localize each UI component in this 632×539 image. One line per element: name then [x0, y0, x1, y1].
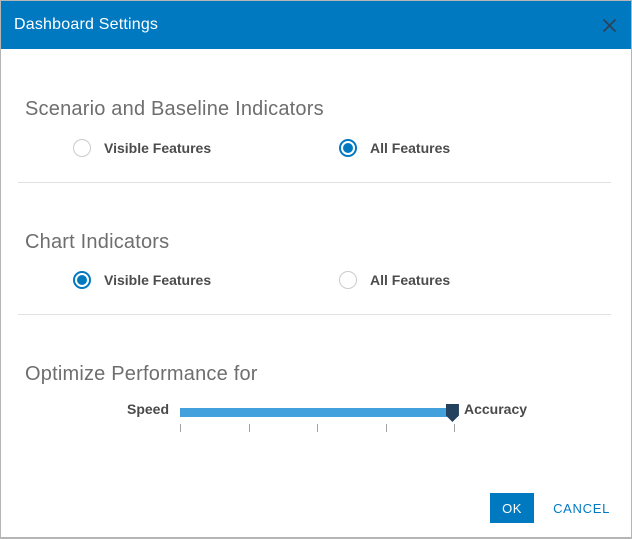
radio-icon[interactable] — [73, 271, 91, 289]
slider-handle[interactable] — [446, 404, 459, 422]
section-heading-scenario-baseline: Scenario and Baseline Indicators — [25, 98, 324, 121]
radio-icon[interactable] — [339, 271, 357, 289]
radio-option-scenario-visible-features[interactable]: Visible Features — [73, 138, 211, 157]
slider-min-label: Speed — [41, 401, 169, 417]
dialog-title: Dashboard Settings — [14, 16, 158, 34]
radio-label: Visible Features — [104, 140, 211, 156]
slider-max-label: Accuracy — [464, 401, 527, 417]
slider-ticks — [180, 424, 455, 432]
cancel-button[interactable]: CANCEL — [553, 501, 610, 516]
section-divider — [18, 182, 611, 183]
tick-mark — [386, 424, 387, 432]
close-icon[interactable] — [600, 16, 618, 34]
tick-mark — [180, 424, 181, 432]
slider-track[interactable] — [180, 408, 458, 417]
radio-label: All Features — [370, 272, 450, 288]
ok-button[interactable]: OK — [490, 493, 534, 523]
radio-icon[interactable] — [73, 139, 91, 157]
section-heading-optimize-performance: Optimize Performance for — [25, 363, 258, 386]
tick-mark — [317, 424, 318, 432]
dashboard-settings-dialog: Dashboard Settings Scenario and Baseline… — [0, 0, 632, 539]
radio-option-scenario-all-features[interactable]: All Features — [339, 138, 450, 157]
radio-option-chart-visible-features[interactable]: Visible Features — [73, 270, 211, 289]
radio-label: All Features — [370, 140, 450, 156]
section-heading-chart-indicators: Chart Indicators — [25, 231, 169, 254]
radio-label: Visible Features — [104, 272, 211, 288]
close-x-glyph — [602, 18, 617, 33]
tick-mark — [249, 424, 250, 432]
tick-mark — [454, 424, 455, 432]
dialog-header: Dashboard Settings — [1, 1, 631, 49]
dialog-footer: OK CANCEL — [490, 493, 610, 523]
section-divider — [18, 314, 611, 315]
radio-icon[interactable] — [339, 139, 357, 157]
radio-option-chart-all-features[interactable]: All Features — [339, 270, 450, 289]
